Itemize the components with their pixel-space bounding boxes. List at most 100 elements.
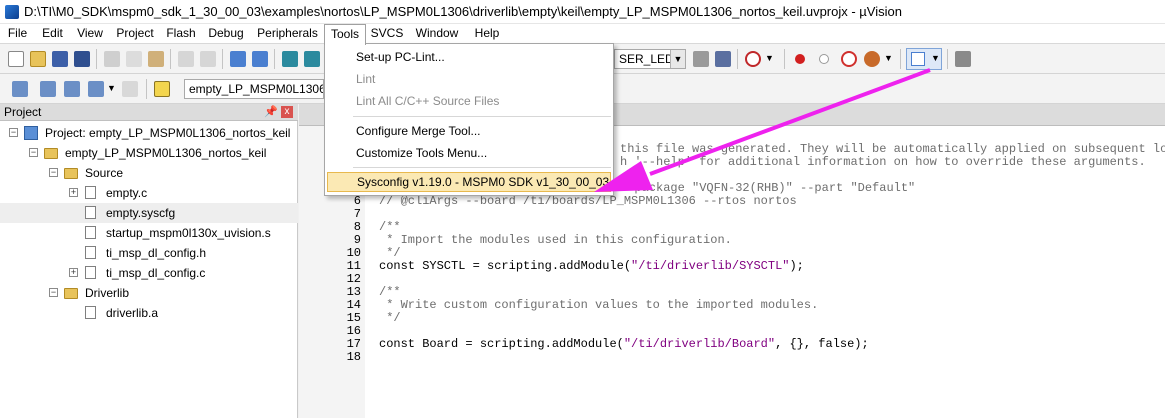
- target-combo-value: empty_LP_MSPM0L1306_r: [189, 82, 324, 96]
- tree-item-config-c[interactable]: + ti_msp_dl_config.c: [0, 263, 298, 283]
- redo-icon[interactable]: [200, 51, 216, 67]
- save-icon[interactable]: [52, 51, 68, 67]
- cut-icon[interactable]: [104, 51, 120, 67]
- tree-item-target[interactable]: − empty_LP_MSPM0L1306_nortos_keil: [0, 143, 298, 163]
- code-line: * Write custom configuration values to t…: [379, 299, 818, 312]
- navigate-back-icon[interactable]: [230, 51, 246, 67]
- pin-icon[interactable]: 📌: [264, 105, 278, 118]
- toolbar-separator: [900, 49, 901, 69]
- open-file-icon[interactable]: [30, 51, 46, 67]
- code-token: );: [789, 259, 804, 273]
- line-number: 6: [353, 194, 361, 208]
- copy-icon[interactable]: [126, 51, 142, 67]
- bookmark-icon[interactable]: [282, 51, 298, 67]
- toolbar-separator: [96, 49, 97, 69]
- menu-flash[interactable]: Flash: [160, 24, 202, 44]
- tree-item-driverlib-group[interactable]: − Driverlib: [0, 283, 298, 303]
- menu-debug[interactable]: Debug: [202, 24, 250, 44]
- rebuild-icon[interactable]: [64, 81, 80, 97]
- tree-item-driverlib-a[interactable]: driverlib.a: [0, 303, 298, 323]
- menu-svcs[interactable]: SVCS: [366, 24, 408, 44]
- menu-tools[interactable]: Tools: [324, 24, 366, 45]
- collapse-icon[interactable]: −: [49, 288, 58, 297]
- menu-separator: [353, 167, 611, 168]
- kill-breakpoints-icon[interactable]: [864, 51, 880, 67]
- stop-build-icon[interactable]: [122, 81, 138, 97]
- configure-icon[interactable]: [955, 51, 971, 67]
- expand-icon[interactable]: +: [69, 188, 78, 197]
- menu-help[interactable]: Help: [466, 24, 508, 44]
- menu-project[interactable]: Project: [110, 24, 160, 44]
- find-combo[interactable]: SER_LED_1_ ▼: [614, 49, 686, 69]
- menu-item-sysconfig[interactable]: Sysconfig v1.19.0 - MSPM0 SDK v1_30_00_0…: [327, 172, 611, 192]
- title-bar: D:\TI\M0_SDK\mspm0_sdk_1_30_00_03\exampl…: [0, 0, 1165, 24]
- tree-item-config-h[interactable]: ti_msp_dl_config.h: [0, 243, 298, 263]
- file-icon: [85, 266, 96, 279]
- window-layout-button[interactable]: ▼: [906, 48, 942, 70]
- bookmark-prev-icon[interactable]: [304, 51, 320, 67]
- debug-session-icon[interactable]: [745, 51, 761, 67]
- tree-item-empty-syscfg[interactable]: empty.syscfg: [0, 203, 298, 223]
- string-literal: "/ti/driverlib/Board": [623, 337, 776, 351]
- code-comment: * Write custom configuration values to t…: [379, 298, 819, 312]
- code-line: */: [379, 312, 400, 325]
- code-line: const Board = scripting.addModule("/ti/d…: [379, 338, 869, 351]
- file-icon: [85, 246, 96, 259]
- collapse-icon[interactable]: −: [9, 128, 18, 137]
- expand-icon[interactable]: +: [69, 268, 78, 277]
- menu-peripherals[interactable]: Peripherals: [250, 24, 325, 44]
- close-icon[interactable]: x: [281, 106, 293, 118]
- target-icon: [44, 148, 58, 159]
- toolbar-separator: [170, 49, 171, 69]
- window-title: D:\TI\M0_SDK\mspm0_sdk_1_30_00_03\exampl…: [24, 4, 902, 19]
- tree-item-empty-c[interactable]: + empty.c: [0, 183, 298, 203]
- tree-item-label: startup_mspm0l130x_uvision.s: [106, 226, 271, 240]
- toolbar-separator: [146, 79, 147, 99]
- incremental-find-icon[interactable]: [715, 51, 731, 67]
- collapse-icon[interactable]: −: [29, 148, 38, 157]
- tree-item-label: empty_LP_MSPM0L1306_nortos_keil: [65, 146, 267, 160]
- tools-menu-dropdown: Set-up PC-Lint... Lint Lint All C/C++ So…: [324, 43, 614, 196]
- chevron-down-icon[interactable]: ▼: [884, 53, 893, 63]
- code-token: const Board = scripting.addModule(: [379, 337, 624, 351]
- code-comment: /**: [379, 285, 401, 299]
- tree-item-source-group[interactable]: − Source: [0, 163, 298, 183]
- code-token: const SYSCTL = scripting.addModule(: [379, 259, 632, 273]
- tree-item-project[interactable]: − Project: empty_LP_MSPM0L1306_nortos_ke…: [0, 123, 298, 143]
- insert-breakpoint-icon[interactable]: [795, 54, 805, 64]
- menu-edit[interactable]: Edit: [35, 24, 70, 44]
- find-in-files-icon[interactable]: [693, 51, 709, 67]
- code-line: // @cliArgs --board /ti/boards/LP_MSPM0L…: [379, 195, 797, 208]
- code-line: const SYSCTL = scripting.addModule("/ti/…: [379, 260, 804, 273]
- toolbar-separator: [274, 49, 275, 69]
- tree-item-startup[interactable]: startup_mspm0l130x_uvision.s: [0, 223, 298, 243]
- project-panel: Project 📌 x − Project: empty_LP_MSPM0L13…: [0, 104, 298, 418]
- translate-icon[interactable]: [12, 81, 28, 97]
- build-icon[interactable]: [40, 81, 56, 97]
- menu-item-setup-pc-lint[interactable]: Set-up PC-Lint...: [356, 47, 445, 67]
- tree-item-label: empty.syscfg: [106, 206, 176, 220]
- save-all-icon[interactable]: [74, 51, 90, 67]
- undo-icon[interactable]: [178, 51, 194, 67]
- uvision-app-icon: [5, 5, 19, 19]
- menu-item-customize-tools-menu[interactable]: Customize Tools Menu...: [356, 143, 487, 163]
- batch-build-icon[interactable]: [88, 81, 104, 97]
- paste-icon[interactable]: [148, 51, 164, 67]
- disable-all-breakpoints-icon[interactable]: [841, 51, 857, 67]
- collapse-icon[interactable]: −: [49, 168, 58, 177]
- menu-view[interactable]: View: [70, 24, 110, 44]
- chevron-down-icon[interactable]: ▼: [765, 53, 774, 63]
- navigate-forward-icon[interactable]: [252, 51, 268, 67]
- download-icon[interactable]: [154, 81, 170, 97]
- chevron-down-icon[interactable]: ▼: [107, 83, 116, 93]
- chevron-down-icon[interactable]: ▼: [670, 50, 685, 68]
- menu-window[interactable]: Window: [408, 24, 466, 44]
- menu-file[interactable]: File: [0, 24, 35, 44]
- code-comment: * Import the modules used in this config…: [379, 233, 732, 247]
- new-file-icon[interactable]: [8, 51, 24, 67]
- target-combo[interactable]: empty_LP_MSPM0L1306_r: [184, 79, 324, 99]
- code-comment: */: [379, 246, 401, 260]
- enable-breakpoint-icon[interactable]: [819, 54, 829, 64]
- project-panel-title: Project: [4, 105, 42, 119]
- menu-item-configure-merge-tool[interactable]: Configure Merge Tool...: [356, 121, 481, 141]
